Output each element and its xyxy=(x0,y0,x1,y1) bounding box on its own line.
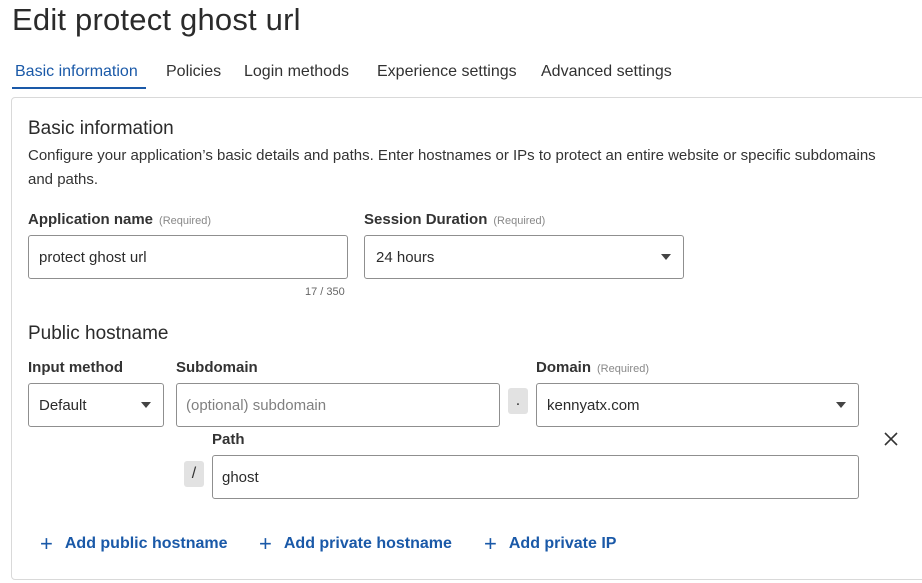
plus-icon: + xyxy=(40,531,53,556)
application-name-label-text: Application name xyxy=(28,211,154,228)
domain-label: Domain (Required) xyxy=(536,358,649,379)
tab-experience-settings[interactable]: Experience settings xyxy=(377,62,517,82)
required-hint: (Required) xyxy=(493,215,546,227)
plus-icon: + xyxy=(484,531,497,556)
tab-policies[interactable]: Policies xyxy=(166,62,221,82)
add-private-ip-button[interactable]: + Add private IP xyxy=(484,531,617,556)
path-slash: / xyxy=(184,461,204,487)
close-icon[interactable] xyxy=(883,431,899,447)
add-public-hostname-button[interactable]: + Add public hostname xyxy=(40,531,228,556)
session-duration-value: 24 hours xyxy=(376,248,435,266)
application-name-value: protect ghost url xyxy=(39,248,147,266)
subdomain-placeholder: (optional) subdomain xyxy=(186,396,327,414)
session-duration-label: Session Duration (Required) xyxy=(364,210,545,231)
character-counter: 17 / 350 xyxy=(305,286,345,298)
session-duration-select[interactable]: 24 hours xyxy=(364,235,684,279)
domain-label-text: Domain xyxy=(536,359,592,376)
tab-advanced-settings[interactable]: Advanced settings xyxy=(541,62,672,82)
session-duration-label-text: Session Duration xyxy=(364,211,488,228)
plus-icon: + xyxy=(259,531,272,556)
basic-information-description: Configure your application’s basic detai… xyxy=(28,147,876,188)
add-private-hostname-button[interactable]: + Add private hostname xyxy=(259,531,452,556)
input-method-select[interactable]: Default xyxy=(28,383,164,427)
add-private-ip-label: Add private IP xyxy=(508,535,617,552)
path-label: Path xyxy=(212,431,245,448)
chevron-down-icon xyxy=(836,402,846,408)
add-public-hostname-label: Add public hostname xyxy=(64,535,228,552)
required-hint: (Required) xyxy=(159,215,211,227)
add-private-hostname-label: Add private hostname xyxy=(283,535,452,552)
domain-select[interactable]: kennyatx.com xyxy=(536,383,859,427)
subdomain-label: Subdomain xyxy=(176,359,258,376)
path-input[interactable]: ghost xyxy=(212,455,859,499)
application-name-input[interactable]: protect ghost url xyxy=(28,235,348,279)
active-tab-indicator xyxy=(12,87,146,89)
basic-information-heading: Basic information xyxy=(28,118,174,139)
page-title: Edit protect ghost url xyxy=(12,2,301,37)
tab-login-methods[interactable]: Login methods xyxy=(244,62,349,82)
domain-value: kennyatx.com xyxy=(547,396,640,414)
public-hostname-heading: Public hostname xyxy=(28,323,169,344)
input-method-value: Default xyxy=(39,396,87,414)
subdomain-input[interactable]: (optional) subdomain xyxy=(176,383,500,427)
path-value: ghost xyxy=(222,468,259,486)
chevron-down-icon xyxy=(661,254,671,260)
required-hint: (Required) xyxy=(597,363,649,375)
tab-basic-information[interactable]: Basic information xyxy=(15,62,138,82)
chevron-down-icon xyxy=(141,402,151,408)
application-name-label: Application name (Required) xyxy=(28,210,211,231)
input-method-label: Input method xyxy=(28,359,123,376)
domain-separator-dot: . xyxy=(508,388,528,414)
